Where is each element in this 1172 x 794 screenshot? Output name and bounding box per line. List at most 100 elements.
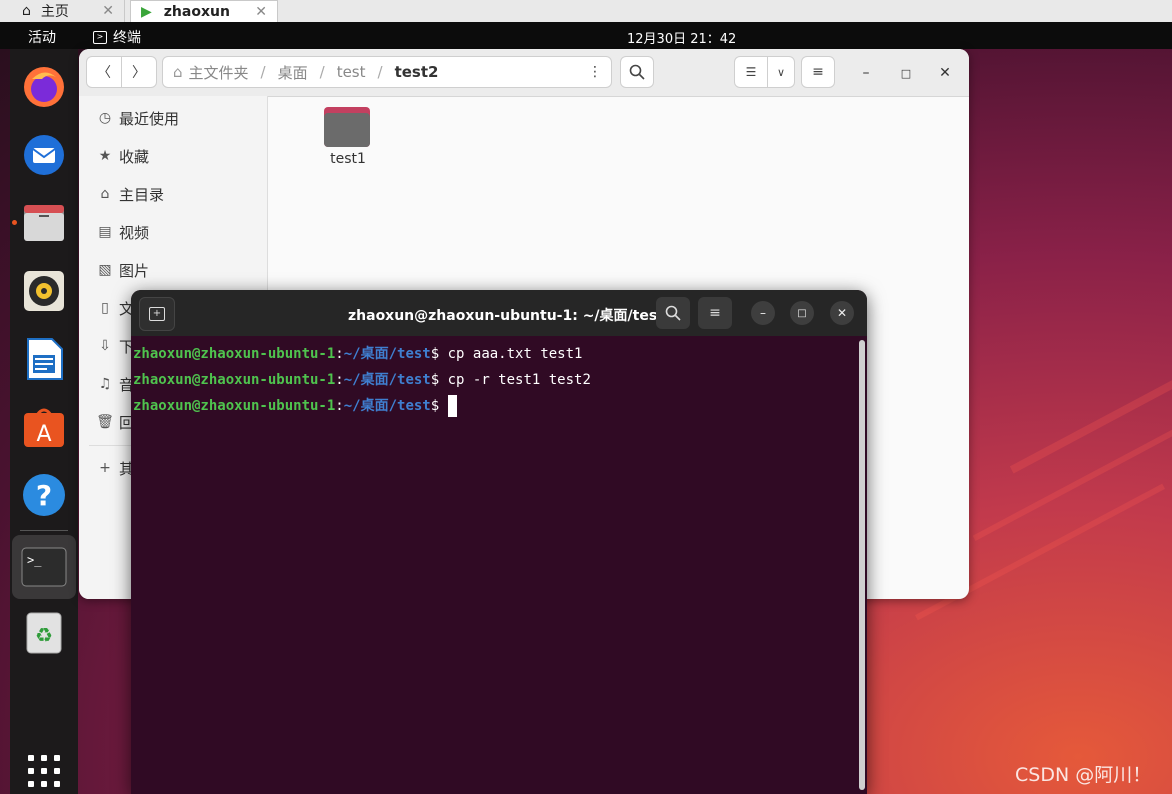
path-menu-button[interactable]: ⋮ bbox=[578, 56, 612, 88]
search-icon bbox=[629, 64, 645, 80]
path-segment[interactable]: 桌面 bbox=[278, 62, 308, 83]
vm-tab-strip: ⌂ 主页 ✕ ▶ zhaoxun ✕ bbox=[0, 0, 1172, 23]
sidebar-item-home[interactable]: ⌂ 主目录 bbox=[79, 175, 267, 213]
close-icon: ✕ bbox=[939, 65, 951, 81]
prompt-path: ~/桌面/test bbox=[343, 372, 431, 388]
sidebar-item-label: 图片 bbox=[119, 261, 150, 280]
clock[interactable]: 12月30日 21：42 bbox=[627, 28, 736, 47]
minimize-icon: – bbox=[862, 65, 870, 81]
vm-tab-zhaoxun[interactable]: ▶ zhaoxun ✕ bbox=[130, 0, 278, 23]
trash-icon[interactable]: ♻ bbox=[22, 611, 66, 655]
home-icon: ⌂ bbox=[100, 186, 110, 202]
close-button[interactable]: ✕ bbox=[830, 301, 854, 325]
film-icon: ▤ bbox=[98, 224, 112, 240]
search-button[interactable] bbox=[620, 56, 654, 88]
sidebar-item-videos[interactable]: ▤ 视频 bbox=[79, 213, 267, 251]
minimize-button[interactable]: – bbox=[751, 301, 775, 325]
terminal-icon: > bbox=[93, 30, 107, 44]
image-icon: ▧ bbox=[98, 262, 112, 278]
terminal-scrollbar[interactable] bbox=[859, 340, 865, 790]
sidebar-item-label: 主目录 bbox=[119, 185, 165, 204]
command-text: cp aaa.txt test1 bbox=[447, 346, 583, 362]
home-icon: ⌂ bbox=[173, 63, 183, 81]
prompt-colon: : bbox=[335, 346, 344, 362]
view-options-button[interactable]: ∨ bbox=[767, 56, 795, 88]
libreoffice-writer-icon[interactable] bbox=[22, 337, 66, 381]
dock: A ? >_ ♻ bbox=[10, 49, 78, 794]
maximize-button[interactable]: □ bbox=[790, 301, 814, 325]
list-view-icon: ☰ bbox=[745, 65, 757, 79]
terminal-menu-button[interactable]: ≡ bbox=[698, 297, 732, 329]
document-icon: ▯ bbox=[101, 300, 109, 316]
sidebar-item-recent[interactable]: ◷ 最近使用 bbox=[79, 99, 267, 137]
svg-text:♻: ♻ bbox=[35, 623, 53, 647]
close-button[interactable]: ✕ bbox=[935, 63, 955, 83]
back-button[interactable]: 〈 bbox=[86, 56, 122, 88]
search-icon bbox=[665, 305, 681, 321]
close-icon[interactable]: ✕ bbox=[102, 3, 114, 19]
sidebar-item-label: 视频 bbox=[119, 223, 150, 242]
svg-text:A: A bbox=[36, 422, 51, 447]
path-bar[interactable]: ⌂ 主文件夹 / 桌面 / test / test2 bbox=[162, 56, 612, 88]
vm-icon: ▶ bbox=[141, 4, 152, 20]
prompt-user: zhaoxun@zhaoxun-ubuntu-1 bbox=[133, 346, 336, 362]
sidebar-item-starred[interactable]: ★ 收藏 bbox=[79, 137, 267, 175]
prompt-symbol: $ bbox=[430, 398, 448, 414]
hamburger-icon: ≡ bbox=[812, 64, 824, 80]
activities-button[interactable]: 活动 bbox=[28, 27, 56, 47]
new-tab-button[interactable]: + bbox=[139, 297, 175, 331]
terminal-output[interactable]: zhaoxun@zhaoxun-ubuntu-1:~/桌面/test$ cp a… bbox=[133, 342, 853, 420]
home-icon: ⌂ bbox=[22, 3, 31, 19]
files-icon[interactable] bbox=[22, 201, 66, 245]
terminal-headerbar: + zhaoxun@zhaoxun-ubuntu-1: ~/桌面/test ≡ … bbox=[131, 290, 867, 336]
sidebar-item-label: 收藏 bbox=[119, 147, 150, 166]
prompt-symbol: $ bbox=[430, 372, 448, 388]
file-item-label[interactable]: test1 bbox=[309, 151, 387, 167]
prompt-colon: : bbox=[335, 398, 344, 414]
app-name: 终端 bbox=[113, 30, 141, 46]
top-bar: 活动 > 终端 12月30日 21：42 bbox=[0, 22, 1172, 49]
view-list-button[interactable]: ☰ bbox=[734, 56, 768, 88]
sidebar-item-pictures[interactable]: ▧ 图片 bbox=[79, 251, 267, 289]
path-segment-current[interactable]: test2 bbox=[395, 63, 439, 81]
vm-tab-home[interactable]: ⌂ 主页 ✕ bbox=[0, 0, 125, 22]
main-menu-button[interactable]: ≡ bbox=[801, 56, 835, 88]
star-icon: ★ bbox=[98, 148, 112, 164]
terminal-line: zhaoxun@zhaoxun-ubuntu-1:~/桌面/test$ bbox=[133, 394, 853, 420]
path-segment[interactable]: 主文件夹 bbox=[189, 62, 249, 83]
path-segment[interactable]: test bbox=[337, 63, 366, 81]
terminal-icon[interactable]: >_ bbox=[12, 535, 76, 599]
music-icon: ♫ bbox=[98, 376, 112, 392]
minimize-icon: – bbox=[760, 306, 766, 320]
help-icon[interactable]: ? bbox=[22, 473, 66, 517]
command-text: cp -r test1 test2 bbox=[447, 372, 591, 388]
firefox-icon[interactable] bbox=[22, 65, 66, 109]
vm-tab-label: 主页 bbox=[40, 4, 69, 20]
maximize-icon: □ bbox=[797, 307, 807, 319]
thunderbird-icon[interactable] bbox=[22, 133, 66, 177]
close-icon[interactable]: ✕ bbox=[255, 4, 267, 20]
prompt-user: zhaoxun@zhaoxun-ubuntu-1 bbox=[133, 372, 336, 388]
app-menu[interactable]: > 终端 bbox=[93, 27, 141, 47]
maximize-icon: □ bbox=[900, 66, 912, 80]
prompt-colon: : bbox=[335, 372, 344, 388]
more-vertical-icon: ⋮ bbox=[588, 64, 602, 80]
file-manager-headerbar: 〈 〉 ⌂ 主文件夹 / 桌面 / test / test2 ⋮ ☰ ∨ ≡ –… bbox=[79, 49, 969, 97]
maximize-button[interactable]: □ bbox=[896, 63, 916, 83]
vm-tab-label: zhaoxun bbox=[163, 4, 230, 20]
hamburger-icon: ≡ bbox=[709, 305, 721, 321]
show-apps-icon[interactable] bbox=[22, 749, 66, 793]
chevron-down-icon: ∨ bbox=[776, 65, 786, 79]
prompt-symbol: $ bbox=[430, 346, 448, 362]
rhythmbox-icon[interactable] bbox=[22, 269, 66, 313]
close-icon: ✕ bbox=[836, 306, 848, 320]
app-center-icon[interactable]: A bbox=[22, 405, 66, 449]
minimize-button[interactable]: – bbox=[856, 63, 876, 83]
watermark: CSDN @阿川！ bbox=[1015, 764, 1152, 786]
svg-text:>_: >_ bbox=[27, 553, 42, 567]
prompt-user: zhaoxun@zhaoxun-ubuntu-1 bbox=[133, 398, 336, 414]
terminal-search-button[interactable] bbox=[656, 297, 690, 329]
trash-icon: 🗑 bbox=[96, 414, 114, 430]
path-separator: / bbox=[260, 63, 266, 81]
forward-button[interactable]: 〉 bbox=[121, 56, 157, 88]
